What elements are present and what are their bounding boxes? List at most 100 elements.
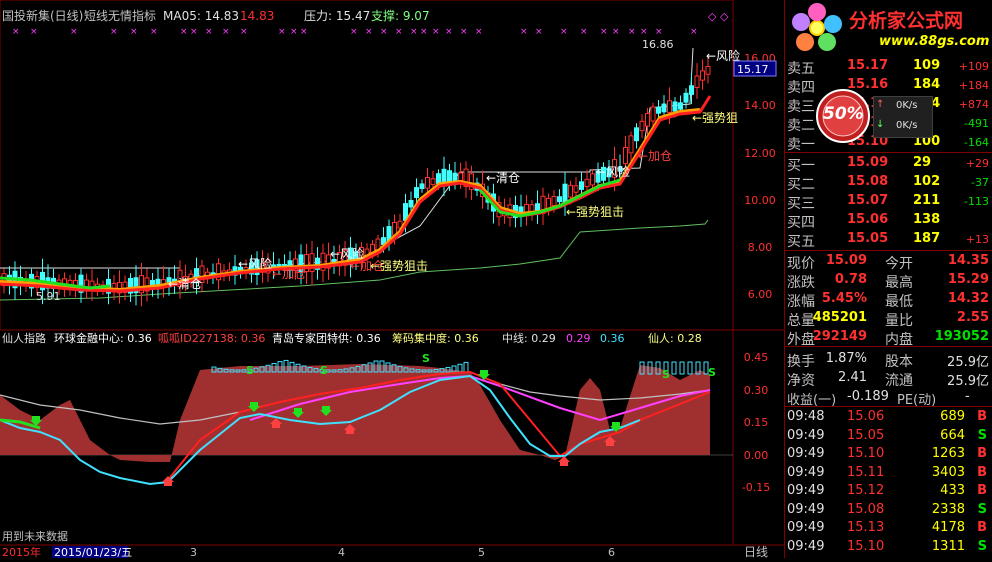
s-signal-icon: S [320, 364, 328, 377]
histogram-bar [671, 361, 677, 375]
diamond-icon-2: ◇ [720, 10, 729, 23]
chart-svg[interactable]: 国投新集(日线) 短线无情指标 MA05: 14.83 14.83 压力: 15… [0, 0, 784, 559]
candle [441, 156, 447, 197]
bid-row[interactable]: 买五 15.05 187 +13 [785, 229, 992, 250]
svg-text:中线: 0.29: 中线: 0.29 [502, 331, 556, 345]
candle [540, 187, 546, 225]
price-tick: 10.00 [744, 194, 776, 207]
month-label: 5 [478, 546, 485, 558]
annotation: ←清仓 [486, 171, 520, 185]
logo-text: 分析家公式网 [849, 10, 964, 32]
tick-row[interactable]: 09:49 15.10 1263 B [785, 444, 992, 464]
price-tick: 8.00 [748, 241, 773, 254]
signal-markers: × × × × × × × × × × × × × × × × × × × × × × × × × × × × × × × × × × [12, 27, 698, 37]
quote-panel: 分析家公式网 www.88gs.com 卖五 15.17 109 +109 卖四 15.1… [784, 0, 992, 558]
signal-marker: × [600, 27, 608, 37]
signal-marker: × [410, 27, 418, 37]
signal-marker: × [12, 27, 20, 37]
sub-axis: 0.45 0.30 0.15 0.00 -0.15 [742, 351, 770, 494]
quote-row: 涨幅 5.45% 最低 14.32 [787, 291, 989, 310]
annotation: ←强势狙击 [370, 259, 428, 273]
svg-text:环球金融中心: 0.36: 环球金融中心: 0.36 [54, 331, 152, 345]
signal-marker: × [612, 27, 620, 37]
chart-area[interactable]: 国投新集(日线) 短线无情指标 MA05: 14.83 14.83 压力: 15… [0, 0, 784, 559]
indicator-name: 短线无情指标 [84, 8, 156, 23]
candle [315, 247, 320, 280]
candle [7, 266, 12, 295]
quote-rows: 现价 15.09 今开 14.35 涨跌 0.78 最高 15.29 涨幅 5.45% 最低 14.3… [785, 251, 992, 351]
tick-row[interactable]: 09:49 15.12 433 B [785, 481, 992, 501]
candle [518, 194, 524, 227]
candle [524, 195, 529, 226]
candle [535, 190, 540, 224]
candle [117, 270, 122, 304]
quote-row: 净资 2.41 流通 25.9亿 [787, 370, 989, 389]
candle [694, 63, 700, 99]
tick-row[interactable]: 09:49 15.05 664 S [785, 426, 992, 446]
signal-marker: × [690, 27, 698, 37]
signal-marker: × [420, 27, 428, 37]
price-tick: 14.00 [744, 99, 776, 112]
tick-row[interactable]: 09:49 15.10 1311 S [785, 537, 992, 557]
signal-marker: × [460, 27, 468, 37]
tick-row[interactable]: 09:49 15.11 3403 B [785, 463, 992, 483]
ask-row[interactable]: 卖五 15.17 109 +109 [785, 56, 992, 77]
chart-annotations: ←风险 ←强势狙 ←加仓 ←清仓 ←风险 ←强势狙击 ←风险 ←加仓 ←强势狙击… [168, 48, 740, 291]
signal-marker: × [560, 27, 568, 37]
annotation: ←强势狙 [692, 111, 738, 125]
bid-row[interactable]: 买三 15.07 211 -113 [785, 191, 992, 212]
annotation: ←加仓 [272, 267, 306, 281]
annotation: ←风险 [596, 164, 630, 179]
ma-value2: 14.83 [240, 9, 274, 23]
signal-marker: × [445, 27, 453, 37]
month-label: 6 [608, 546, 615, 558]
quote-row: 外盘 292149 内盘 193052 [787, 329, 989, 348]
diamond-icon: ◇ [708, 10, 717, 23]
bid-row[interactable]: 买一 15.09 29 +29 [785, 153, 992, 174]
tick-list[interactable]: 09:48 15.06 689 B 09:49 15.05 664 S 09:49 15.10 12… [785, 407, 992, 557]
signal-marker: × [395, 27, 403, 37]
quote-row: 总量 485201 量比 2.55 [787, 310, 989, 329]
candle [463, 161, 469, 198]
ma-label: MA05: 14.83 [163, 9, 239, 23]
signal-marker: × [30, 27, 38, 37]
tick-row[interactable]: 09:48 15.06 689 B [785, 407, 992, 427]
signal-marker: × [380, 27, 388, 37]
logo-url: www.88gs.com [879, 34, 990, 49]
candle [628, 131, 634, 163]
period-button[interactable]: 日线 [744, 545, 768, 559]
signal-marker: × [222, 27, 230, 37]
svg-text:呱呱ID227138: 0.36: 呱呱ID227138: 0.36 [158, 332, 265, 345]
annotation: ←清仓 [168, 277, 202, 291]
bid-row[interactable]: 买四 15.06 138 [785, 210, 992, 231]
signal-marker: × [655, 27, 663, 37]
quote-row: 涨跌 0.78 最高 15.29 [787, 272, 989, 291]
candle [139, 262, 144, 307]
s-signal-icon: S [662, 368, 670, 381]
annotation: ←强势狙击 [566, 205, 624, 219]
signal-marker: × [278, 27, 286, 37]
bid-row[interactable]: 买二 15.08 102 -37 [785, 172, 992, 193]
s-signal-icon: S [422, 352, 430, 365]
annotation: ←加仓 [638, 149, 672, 163]
candle [447, 163, 452, 191]
price-tick: 12.00 [744, 147, 776, 160]
signal-marker: × [150, 27, 158, 37]
svg-text:0.30: 0.30 [744, 384, 769, 397]
signal-marker: × [535, 27, 543, 37]
candle [639, 114, 645, 139]
year-label: 2015年 [2, 545, 41, 558]
annotation: ←风险 [706, 48, 740, 63]
month-label: 4 [338, 546, 345, 558]
signal-marker: × [640, 27, 648, 37]
speed-box: ↑ 0K/s ↓ 0K/s [873, 96, 933, 138]
candle [419, 179, 425, 193]
tick-row[interactable]: 09:49 15.08 2338 S [785, 500, 992, 520]
tick-row[interactable]: 09:49 15.13 4178 B [785, 518, 992, 538]
candle [309, 240, 315, 286]
price-tick: 6.00 [748, 288, 773, 301]
progress-percent: 50% [823, 104, 864, 124]
annotation: ←风险 [238, 256, 272, 271]
price-axis: 16.00 14.00 12.00 10.00 8.00 6.00 [744, 52, 776, 301]
signal-marker: × [70, 27, 78, 37]
